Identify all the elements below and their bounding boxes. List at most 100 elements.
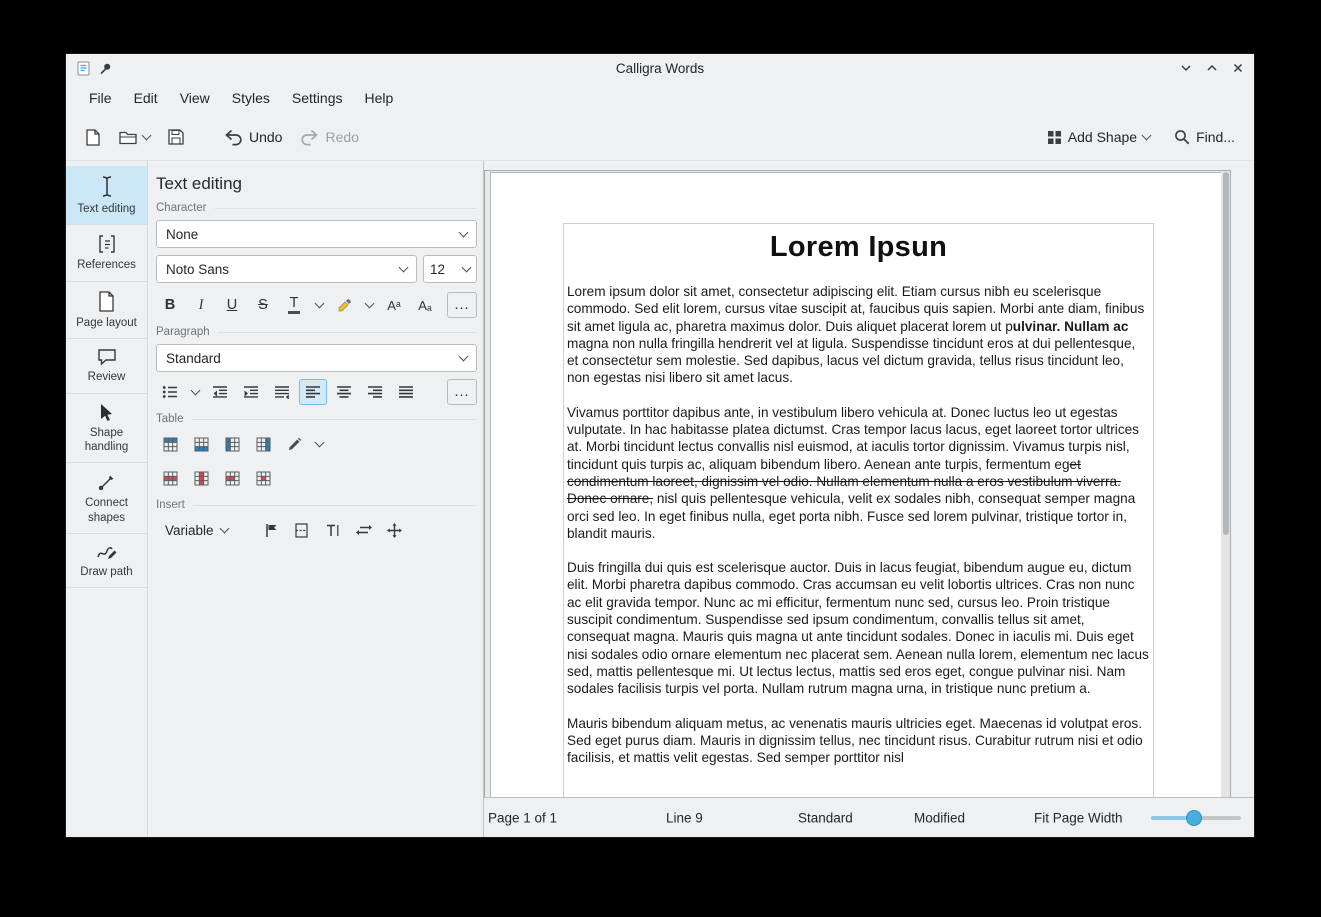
strikethrough-button[interactable]: S	[249, 292, 277, 318]
split-cells-button[interactable]	[249, 465, 277, 491]
maximize-button[interactable]	[1206, 62, 1218, 74]
sidebar-item-shape-handling[interactable]: Shape handling	[66, 394, 147, 464]
table-row-2	[156, 465, 477, 491]
comment-bubble-icon	[69, 348, 144, 366]
insert-text-button[interactable]	[319, 517, 347, 543]
more-paragraph-options-button[interactable]: ...	[447, 379, 477, 405]
cross-arrows-icon	[387, 523, 402, 538]
list-style-dropdown[interactable]	[187, 379, 203, 405]
document-paragraph[interactable]: Duis fringilla dui quis est scelerisque …	[567, 559, 1150, 697]
variable-dropdown[interactable]: Variable	[156, 517, 237, 543]
menubar: File Edit View Styles Settings Help	[66, 82, 1254, 114]
document-body[interactable]: Lorem ipsum dolor sit amet, consectetur …	[567, 283, 1150, 766]
search-icon	[1174, 129, 1190, 145]
chevron-down-icon	[314, 298, 324, 308]
paragraph-style-select[interactable]: Standard	[156, 344, 477, 372]
font-color-button[interactable]: T	[280, 292, 308, 318]
chevron-down-icon	[459, 227, 469, 237]
pin-icon[interactable]	[99, 62, 112, 75]
insert-row-below-button[interactable]	[187, 431, 215, 457]
decrease-indent-button[interactable]	[206, 379, 234, 405]
sidebar-item-draw-path[interactable]: Draw path	[66, 534, 147, 588]
highlighter-icon	[337, 298, 352, 313]
align-center-button[interactable]	[330, 379, 358, 405]
insert-section-label: Insert	[156, 499, 185, 511]
undo-button[interactable]: Undo	[217, 124, 289, 151]
delete-row-button[interactable]	[156, 465, 184, 491]
scrollbar-thumb[interactable]	[1223, 172, 1229, 535]
references-icon	[69, 234, 144, 254]
table-border-pen-button[interactable]	[280, 431, 308, 457]
insert-column-left-button[interactable]	[218, 431, 246, 457]
expand-insert-button[interactable]	[381, 517, 409, 543]
document-paragraph[interactable]: Mauris bibendum aliquam metus, ac venena…	[567, 715, 1150, 767]
document-paragraph[interactable]: Vivamus porttitor dapibus ante, in vesti…	[567, 404, 1150, 542]
minimize-button[interactable]	[1180, 62, 1192, 74]
redo-button[interactable]: Redo	[293, 124, 365, 151]
page-indicator: Page 1 of 1	[488, 810, 557, 825]
underline-button[interactable]: U	[218, 292, 246, 318]
close-button[interactable]	[1232, 62, 1244, 74]
font-color-dropdown[interactable]	[311, 292, 327, 318]
text-frame[interactable]: Lorem Ipsun Lorem ipsum dolor sit amet, …	[563, 223, 1154, 797]
style-indicator[interactable]: Standard	[798, 810, 853, 825]
bold-button[interactable]: B	[156, 292, 184, 318]
divider	[215, 208, 478, 209]
subscript-button[interactable]: Aₐ	[411, 292, 439, 318]
document-paragraph[interactable]: Lorem ipsum dolor sit amet, consectetur …	[567, 283, 1150, 387]
sidebar-item-connect-shapes[interactable]: Connect shapes	[66, 463, 147, 534]
document-page[interactable]: Lorem Ipsun Lorem ipsum dolor sit amet, …	[490, 172, 1225, 797]
save-button[interactable]	[161, 124, 191, 150]
italic-button[interactable]: I	[187, 292, 215, 318]
horizontal-arrows-icon	[356, 524, 372, 536]
menu-settings[interactable]: Settings	[281, 85, 354, 111]
sidebar-item-page-layout[interactable]: Page layout	[66, 282, 147, 339]
page-break-button[interactable]	[288, 517, 316, 543]
zoom-slider[interactable]	[1151, 798, 1241, 837]
menu-view[interactable]: View	[169, 85, 221, 111]
sidebar-item-references[interactable]: References	[66, 225, 147, 281]
menu-file[interactable]: File	[78, 85, 123, 111]
highlight-color-dropdown[interactable]	[361, 292, 377, 318]
align-left-button[interactable]	[299, 379, 327, 405]
align-right-button[interactable]	[361, 379, 389, 405]
font-family-select[interactable]: Noto Sans	[156, 255, 417, 283]
highlight-color-button[interactable]	[330, 292, 358, 318]
swap-direction-button[interactable]	[350, 517, 378, 543]
font-size-select[interactable]: 12	[423, 255, 477, 283]
character-style-select[interactable]: None	[156, 220, 477, 248]
vertical-scrollbar[interactable]	[1221, 171, 1230, 797]
more-character-options-button[interactable]: ...	[447, 292, 477, 318]
menu-edit[interactable]: Edit	[123, 85, 169, 111]
merge-cells-button[interactable]	[218, 465, 246, 491]
titlebar[interactable]: Calligra Words	[66, 54, 1254, 82]
list-style-button[interactable]	[156, 379, 184, 405]
insert-column-right-button[interactable]	[249, 431, 277, 457]
new-document-button[interactable]	[78, 124, 108, 151]
document-title[interactable]: Lorem Ipsun	[567, 231, 1150, 264]
add-shape-button[interactable]: Add Shape	[1040, 124, 1157, 150]
zoom-mode-button[interactable]: Fit Page Width	[1034, 810, 1123, 825]
menu-help[interactable]: Help	[354, 85, 405, 111]
align-justify-button[interactable]	[392, 379, 420, 405]
connector-line-icon	[69, 472, 144, 492]
delete-column-button[interactable]	[187, 465, 215, 491]
document-canvas[interactable]: Lorem Ipsun Lorem ipsum dolor sit amet, …	[484, 170, 1231, 797]
sidebar-item-text-editing[interactable]: Text editing	[66, 166, 147, 225]
divider	[218, 332, 477, 333]
bookmark-button[interactable]	[257, 517, 285, 543]
insert-row-above-button[interactable]	[156, 431, 184, 457]
find-button[interactable]: Find...	[1167, 124, 1242, 150]
open-document-button[interactable]	[112, 125, 157, 150]
border-style-dropdown[interactable]	[311, 431, 327, 457]
chevron-down-icon	[190, 385, 200, 395]
superscript-button[interactable]: Aᵃ	[380, 292, 408, 318]
text-direction-button[interactable]	[268, 379, 296, 405]
chevron-down-icon	[399, 262, 409, 272]
sidebar-item-review[interactable]: Review	[66, 339, 147, 393]
paragraph-section-label: Paragraph	[156, 326, 210, 338]
increase-indent-button[interactable]	[237, 379, 265, 405]
main-toolbar: Undo Redo Add Shape Find...	[66, 114, 1254, 161]
menu-styles[interactable]: Styles	[221, 85, 281, 111]
zoom-slider-handle[interactable]	[1186, 810, 1202, 826]
